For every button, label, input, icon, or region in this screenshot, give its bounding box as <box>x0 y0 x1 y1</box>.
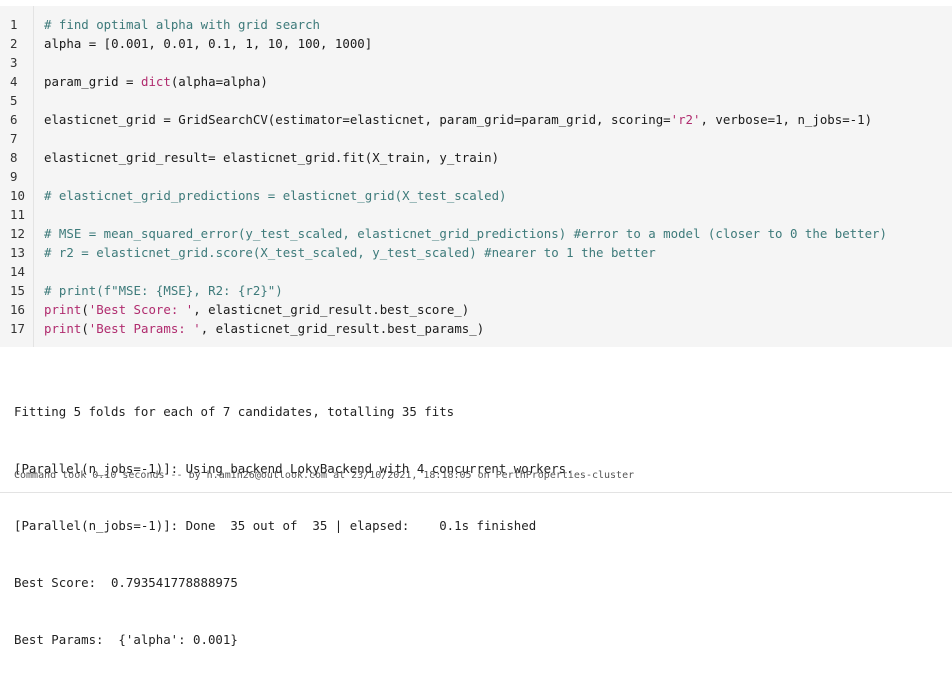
code-text: elasticnet_grid_result= elasticnet_grid.… <box>44 148 499 167</box>
code-token: , verbose=1, n_jobs=-1) <box>700 112 873 127</box>
code-editor[interactable]: 1 # find optimal alpha with grid search 2 a… <box>0 6 952 347</box>
code-token: , elasticnet_grid_result.best_params_) <box>200 321 485 336</box>
code-token: alpha = [0.001, 0.01, 0.1, 1, 10, 100, 1… <box>44 36 373 51</box>
code-text: print('Best Score: ', elasticnet_grid_re… <box>44 300 469 319</box>
code-token: print <box>44 321 82 336</box>
line-number: 8 <box>10 150 18 165</box>
code-token: param_grid = <box>44 74 141 89</box>
code-token: elasticnet_grid_result= elasticnet_grid.… <box>44 150 500 165</box>
code-token: ( <box>81 321 89 336</box>
code-token: elasticnet_grid = GridSearchCV(estimator… <box>44 112 671 127</box>
code-token: # find optimal alpha with grid search <box>44 17 321 32</box>
line-number: 9 <box>10 169 18 184</box>
line-number: 2 <box>10 36 18 51</box>
code-text: # elasticnet_grid_predictions = elasticn… <box>44 186 507 205</box>
code-text: print('Best Params: ', elasticnet_grid_r… <box>44 319 484 338</box>
code-line: 8 elasticnet_grid_result= elasticnet_grid… <box>0 148 952 167</box>
code-line: 17 print('Best Params: ', elasticnet_grid… <box>0 319 952 338</box>
line-number: 15 <box>10 283 25 298</box>
code-line: 4 param_grid = dict(alpha=alpha) <box>0 72 952 91</box>
code-token: 'r2' <box>670 112 701 127</box>
line-number: 3 <box>10 55 18 70</box>
command-footer: Command took 0.10 seconds -- by h.amin26… <box>14 470 635 481</box>
code-text: # r2 = elasticnet_grid.score(X_test_scal… <box>44 243 656 262</box>
line-number: 12 <box>10 226 25 241</box>
code-token: # elasticnet_grid_predictions = elasticn… <box>44 188 507 203</box>
code-text: param_grid = dict(alpha=alpha) <box>44 72 268 91</box>
output-line: Fitting 5 folds for each of 7 candidates… <box>14 404 455 419</box>
code-text: # print(f"MSE: {MSE}, R2: {r2}") <box>44 281 283 300</box>
code-line: 5 <box>0 91 952 110</box>
code-token: 'Best Score: ' <box>88 302 194 317</box>
code-line: 10 # elasticnet_grid_predictions = elasti… <box>0 186 952 205</box>
output-line: Best Params: {'alpha': 0.001} <box>14 632 238 647</box>
output-line: Best Score: 0.793541778888975 <box>14 575 238 590</box>
code-token: dict <box>140 74 171 89</box>
code-line: 6 elasticnet_grid = GridSearchCV(estimato… <box>0 110 952 129</box>
code-token: # r2 = elasticnet_grid.score(X_test_scal… <box>44 245 656 260</box>
code-line: 13 # r2 = elasticnet_grid.score(X_test_sc… <box>0 243 952 262</box>
code-line: 7 <box>0 129 952 148</box>
line-number: 7 <box>10 131 18 146</box>
line-number: 13 <box>10 245 25 260</box>
code-token: (alpha=alpha) <box>170 74 268 89</box>
code-line: 16 print('Best Score: ', elasticnet_grid_… <box>0 300 952 319</box>
code-line: 1 # find optimal alpha with grid search <box>0 15 952 34</box>
line-number: 17 <box>10 321 25 336</box>
line-number: 5 <box>10 93 18 108</box>
line-number: 16 <box>10 302 25 317</box>
code-text: elasticnet_grid = GridSearchCV(estimator… <box>44 110 872 129</box>
code-line: 14 <box>0 262 952 281</box>
code-line: 2 alpha = [0.001, 0.01, 0.1, 1, 10, 100, … <box>0 34 952 53</box>
code-line: 9 <box>0 167 952 186</box>
code-text: # find optimal alpha with grid search <box>44 15 320 34</box>
code-text: alpha = [0.001, 0.01, 0.1, 1, 10, 100, 1… <box>44 34 372 53</box>
code-token: ( <box>81 302 89 317</box>
cell-divider <box>0 492 952 493</box>
line-number: 14 <box>10 264 25 279</box>
code-token: , elasticnet_grid_result.best_score_) <box>193 302 470 317</box>
line-number: 1 <box>10 17 18 32</box>
code-token: 'Best Params: ' <box>88 321 201 336</box>
code-token: # print(f"MSE: {MSE}, R2: {r2}") <box>44 283 283 298</box>
code-token: # MSE = mean_squared_error(y_test_scaled… <box>44 226 887 241</box>
line-number: 10 <box>10 188 25 203</box>
cell-output: Fitting 5 folds for each of 7 candidates… <box>14 364 574 687</box>
code-token: print <box>44 302 82 317</box>
code-line: 11 <box>0 205 952 224</box>
code-line: 12 # MSE = mean_squared_error(y_test_scal… <box>0 224 952 243</box>
code-line: 3 <box>0 53 952 72</box>
code-line: 15 # print(f"MSE: {MSE}, R2: {r2}") <box>0 281 952 300</box>
notebook-cell: 1 # find optimal alpha with grid search 2 a… <box>0 0 952 647</box>
line-number: 4 <box>10 74 18 89</box>
code-text: # MSE = mean_squared_error(y_test_scaled… <box>44 224 887 243</box>
line-number: 11 <box>10 207 25 222</box>
line-number: 6 <box>10 112 18 127</box>
output-line: [Parallel(n_jobs=-1)]: Done 35 out of 35… <box>14 518 537 533</box>
